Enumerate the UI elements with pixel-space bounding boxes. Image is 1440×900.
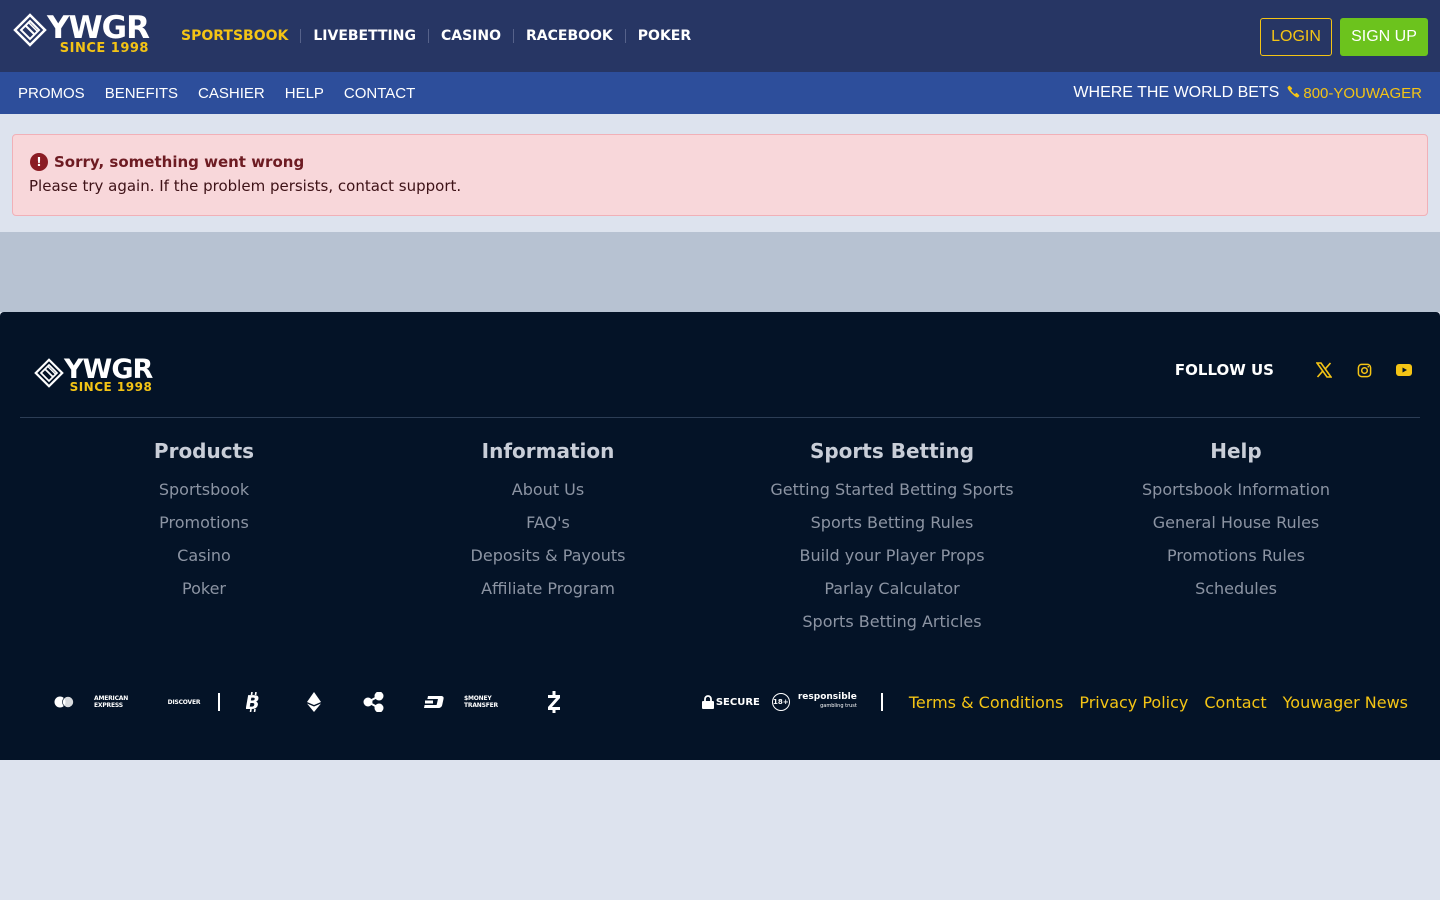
ethereum-icon bbox=[284, 686, 344, 718]
money-transfer-icon: $MONEY TRANSFER bbox=[464, 695, 498, 709]
nav-livebetting[interactable]: LIVEBETTING bbox=[301, 26, 428, 46]
phone-number: 800-YOUWAGER bbox=[1303, 84, 1422, 102]
payment-methods: AMERICAN EXPRESS DISCOVER B $MONEY TRANS… bbox=[34, 686, 584, 718]
privacy-link[interactable]: Privacy Policy bbox=[1079, 693, 1188, 712]
links-divider bbox=[880, 693, 883, 711]
age-18-badge: 18+ bbox=[771, 693, 790, 711]
footer-link[interactable]: About Us bbox=[376, 473, 720, 506]
logo-since: SINCE 1998 bbox=[69, 380, 153, 394]
svg-text:B: B bbox=[246, 692, 262, 712]
column-title: Products bbox=[153, 439, 255, 463]
subnav-contact[interactable]: CONTACT bbox=[334, 85, 425, 102]
alert-title-row: ! Sorry, something went wrong bbox=[29, 153, 1411, 171]
footer-divider bbox=[20, 417, 1420, 418]
sub-nav-bar: PROMOS BENEFITS CASHIER HELP CONTACT WHE… bbox=[0, 72, 1440, 114]
news-link[interactable]: Youwager News bbox=[1283, 693, 1408, 712]
footer-link[interactable]: Sportsbook Information bbox=[1064, 473, 1408, 506]
responsible-label: responsible bbox=[797, 692, 857, 702]
signup-button[interactable]: SIGN UP bbox=[1340, 18, 1428, 56]
logo-name: YWGR bbox=[47, 10, 150, 46]
footer-link[interactable]: Poker bbox=[32, 572, 376, 605]
login-button[interactable]: LOGIN bbox=[1260, 18, 1332, 56]
footer-link[interactable]: Sportsbook bbox=[32, 473, 376, 506]
footer-link[interactable]: Parlay Calculator bbox=[720, 572, 1064, 605]
error-alert: ! Sorry, something went wrong Please try… bbox=[12, 134, 1428, 216]
follow-label: FOLLOW US bbox=[1174, 361, 1274, 379]
trust-badges: SECURE 18+ responsible gambling trust bbox=[701, 693, 857, 711]
footer-columns: Products Sportsbook Promotions Casino Po… bbox=[32, 436, 1408, 638]
alert-title: Sorry, something went wrong bbox=[54, 153, 305, 171]
responsible-gambling-badge: responsible gambling trust bbox=[798, 693, 857, 711]
subnav-cashier[interactable]: CASHIER bbox=[188, 85, 275, 102]
footer-link[interactable]: Deposits & Payouts bbox=[376, 539, 720, 572]
terms-link[interactable]: Terms & Conditions bbox=[909, 693, 1063, 712]
footer-link[interactable]: FAQ's bbox=[376, 506, 720, 539]
footer-col-sports-betting: Sports Betting Getting Started Betting S… bbox=[720, 436, 1064, 638]
tagline: WHERE THE WORLD BETS bbox=[1073, 84, 1280, 101]
footer-col-products: Products Sportsbook Promotions Casino Po… bbox=[32, 436, 376, 638]
subnav-promos[interactable]: PROMOS bbox=[8, 85, 95, 102]
dash-icon bbox=[404, 686, 464, 718]
exclamation-circle-icon: ! bbox=[30, 153, 48, 171]
footer-col-help: Help Sportsbook Information General Hous… bbox=[1064, 436, 1408, 638]
footer-link[interactable]: Build your Player Props bbox=[720, 539, 1064, 572]
instagram-icon[interactable] bbox=[1354, 360, 1374, 380]
footer-bottom-links: SECURE 18+ responsible gambling trust Te… bbox=[701, 686, 1408, 718]
footer-link[interactable]: Sports Betting Rules bbox=[720, 506, 1064, 539]
footer-link[interactable]: Getting Started Betting Sports bbox=[720, 473, 1064, 506]
secure-badge: SECURE bbox=[701, 695, 760, 709]
responsible-sub: gambling trust bbox=[820, 703, 857, 709]
nav-casino[interactable]: CASINO bbox=[429, 26, 513, 46]
footer-col-information: Information About Us FAQ's Deposits & Pa… bbox=[376, 436, 720, 638]
brand-logo[interactable]: YWGR SINCE 1998 bbox=[13, 10, 150, 56]
logo-name: YWGR bbox=[64, 354, 153, 385]
tagline-area: WHERE THE WORLD BETS 800-YOUWAGER bbox=[1073, 72, 1422, 114]
discover-icon: DISCOVER bbox=[167, 698, 201, 706]
subnav-benefits[interactable]: BENEFITS bbox=[95, 85, 188, 102]
mastercard-icon bbox=[34, 686, 94, 718]
footer: YWGR SINCE 1998 FOLLOW US Products Sport… bbox=[0, 312, 1440, 760]
youtube-icon[interactable] bbox=[1394, 360, 1414, 380]
footer-link[interactable]: Affiliate Program bbox=[376, 572, 720, 605]
phone-link[interactable]: 800-YOUWAGER bbox=[1287, 85, 1422, 102]
phone-icon bbox=[1287, 85, 1300, 101]
contact-link[interactable]: Contact bbox=[1204, 693, 1266, 712]
footer-logo[interactable]: YWGR SINCE 1998 bbox=[34, 354, 153, 394]
footer-link[interactable]: Promotions Rules bbox=[1064, 539, 1408, 572]
footer-link[interactable]: General House Rules bbox=[1064, 506, 1408, 539]
footer-link[interactable]: Casino bbox=[32, 539, 376, 572]
ripple-icon bbox=[344, 686, 404, 718]
amex-icon: AMERICAN EXPRESS bbox=[94, 695, 129, 709]
footer-link[interactable]: Sports Betting Articles bbox=[720, 605, 1064, 638]
column-title: Information bbox=[481, 439, 615, 463]
zcash-icon bbox=[524, 686, 584, 718]
sub-nav: PROMOS BENEFITS CASHIER HELP CONTACT bbox=[8, 72, 425, 114]
alert-message: Please try again. If the problem persist… bbox=[29, 177, 462, 195]
top-header: YWGR SINCE 1998 SPORTSBOOK LIVEBETTING C… bbox=[0, 0, 1440, 72]
column-title: Sports Betting bbox=[809, 439, 975, 463]
logo-diamond-icon bbox=[13, 13, 47, 47]
follow-us: FOLLOW US bbox=[1175, 360, 1414, 380]
payment-divider bbox=[218, 693, 220, 711]
logo-diamond-icon bbox=[34, 358, 64, 388]
footer-link[interactable]: Schedules bbox=[1064, 572, 1408, 605]
content-spacer bbox=[0, 232, 1440, 312]
main-nav: SPORTSBOOK LIVEBETTING CASINO RACEBOOK P… bbox=[169, 26, 703, 46]
subnav-help[interactable]: HELP bbox=[275, 85, 334, 102]
nav-poker[interactable]: POKER bbox=[626, 26, 703, 46]
bitcoin-icon: B bbox=[224, 686, 284, 718]
footer-link[interactable]: Promotions bbox=[32, 506, 376, 539]
secure-label: SECURE bbox=[715, 696, 760, 708]
x-icon[interactable] bbox=[1314, 360, 1334, 380]
nav-sportsbook[interactable]: SPORTSBOOK bbox=[169, 26, 300, 46]
logo-since: SINCE 1998 bbox=[59, 41, 149, 56]
column-title: Help bbox=[1210, 439, 1262, 463]
nav-racebook[interactable]: RACEBOOK bbox=[514, 26, 625, 46]
